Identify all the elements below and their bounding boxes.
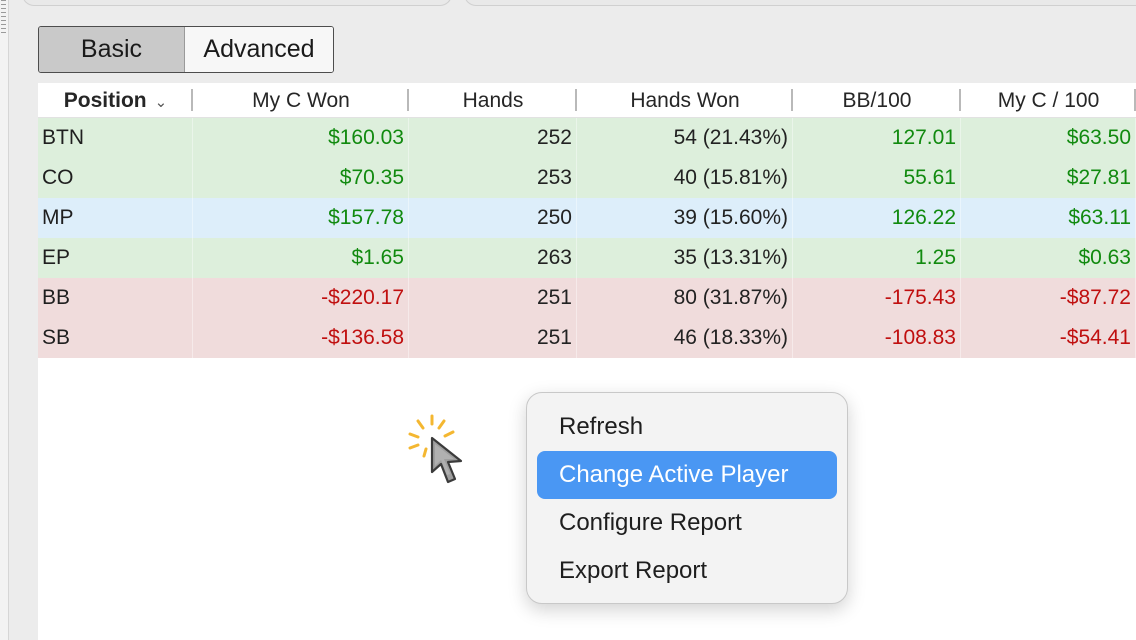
cell-my-c-100: $0.63 (961, 238, 1136, 278)
column-header-hands[interactable]: Hands (409, 83, 577, 118)
cell-hands-won: 80 (31.87%) (577, 278, 793, 318)
cell-position: CO (38, 158, 193, 198)
menu-item-change-active-player[interactable]: Change Active Player (537, 451, 837, 499)
cell-position: SB (38, 318, 193, 358)
table-header: Position ⌄ My C Won Hands Hands Won BB/1… (38, 83, 1136, 118)
column-header-my-c-100[interactable]: My C / 100 (961, 83, 1136, 118)
tab-advanced[interactable]: Advanced (185, 27, 333, 72)
cell-hands: 251 (409, 318, 577, 358)
cell-position: MP (38, 198, 193, 238)
cell-bb-100: -175.43 (793, 278, 961, 318)
cell-hands-won: 54 (21.43%) (577, 118, 793, 158)
column-header-my-c-won[interactable]: My C Won (193, 83, 409, 118)
cell-my-c-won: $157.78 (193, 198, 409, 238)
tab-basic[interactable]: Basic (39, 27, 185, 72)
column-header-label: Position (63, 88, 147, 112)
column-header-label: Hands (462, 88, 524, 112)
cell-bb-100: 126.22 (793, 198, 961, 238)
column-header-label: BB/100 (842, 88, 912, 112)
cell-my-c-100: $27.81 (961, 158, 1136, 198)
column-header-label: Hands Won (630, 88, 740, 112)
cell-my-c-won: $70.35 (193, 158, 409, 198)
cell-hands: 252 (409, 118, 577, 158)
cell-my-c-100: -$87.72 (961, 278, 1136, 318)
table-row[interactable]: BTN $160.03 252 54 (21.43%) 127.01 $63.50 (38, 118, 1136, 158)
column-header-hands-won[interactable]: Hands Won (577, 83, 793, 118)
view-mode-segmented-control: Basic Advanced (38, 26, 334, 73)
cell-position: BB (38, 278, 193, 318)
table-row[interactable]: MP $157.78 250 39 (15.60%) 126.22 $63.11 (38, 198, 1136, 238)
table-row[interactable]: EP $1.65 263 35 (13.31%) 1.25 $0.63 (38, 238, 1136, 278)
table-row[interactable]: SB -$136.58 251 46 (18.33%) -108.83 -$54.41 (38, 318, 1136, 358)
column-header-bb-100[interactable]: BB/100 (793, 83, 961, 118)
cell-bb-100: -108.83 (793, 318, 961, 358)
cell-my-c-won: -$220.17 (193, 278, 409, 318)
mouse-pointer-icon (408, 414, 463, 484)
left-splitter[interactable] (0, 0, 9, 640)
cell-my-c-won: -$136.58 (193, 318, 409, 358)
cell-hands: 251 (409, 278, 577, 318)
cell-hands-won: 35 (13.31%) (577, 238, 793, 278)
report-window: Basic Advanced Position ⌄ My C Won Hands… (0, 0, 1136, 640)
column-header-label: My C Won (252, 88, 350, 112)
menu-item-refresh[interactable]: Refresh (537, 403, 837, 451)
cell-hands-won: 40 (15.81%) (577, 158, 793, 198)
cell-my-c-100: $63.11 (961, 198, 1136, 238)
cell-bb-100: 55.61 (793, 158, 961, 198)
cell-bb-100: 1.25 (793, 238, 961, 278)
cell-hands-won: 46 (18.33%) (577, 318, 793, 358)
cell-my-c-won: $1.65 (193, 238, 409, 278)
cell-bb-100: 127.01 (793, 118, 961, 158)
cell-hands: 253 (409, 158, 577, 198)
menu-item-configure-report[interactable]: Configure Report (537, 499, 837, 547)
cell-hands-won: 39 (15.60%) (577, 198, 793, 238)
cell-hands: 263 (409, 238, 577, 278)
column-header-label: My C / 100 (997, 88, 1100, 112)
context-menu: Refresh Change Active Player Configure R… (526, 392, 848, 604)
cell-my-c-100: -$54.41 (961, 318, 1136, 358)
cell-my-c-won: $160.03 (193, 118, 409, 158)
cell-hands: 250 (409, 198, 577, 238)
table-row[interactable]: BB -$220.17 251 80 (31.87%) -175.43 -$87.72 (38, 278, 1136, 318)
table-row[interactable]: CO $70.35 253 40 (15.81%) 55.61 $27.81 (38, 158, 1136, 198)
chevron-down-icon: ⌄ (154, 93, 168, 111)
grip-icon (1, 0, 7, 38)
top-panel-edge (22, 0, 452, 6)
top-panel-edge-right (464, 0, 1136, 6)
cell-position: BTN (38, 118, 193, 158)
column-header-position[interactable]: Position ⌄ (38, 83, 193, 118)
cell-my-c-100: $63.50 (961, 118, 1136, 158)
cell-position: EP (38, 238, 193, 278)
table-body: BTN $160.03 252 54 (21.43%) 127.01 $63.50 CO $7… (38, 118, 1136, 358)
menu-item-export-report[interactable]: Export Report (537, 547, 837, 595)
